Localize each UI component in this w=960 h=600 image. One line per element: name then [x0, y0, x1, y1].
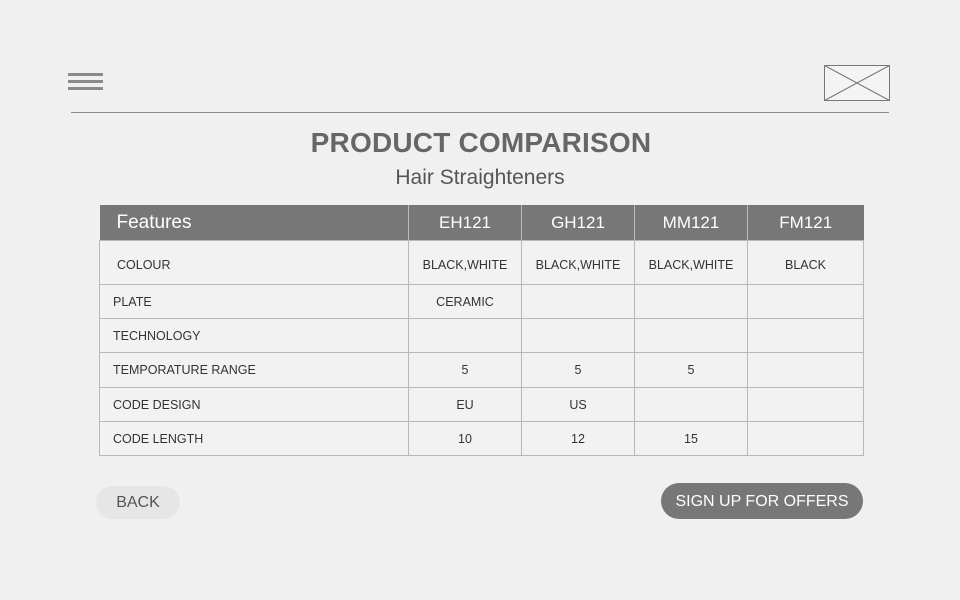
- table-cell: [521, 318, 635, 353]
- sign-up-for-offers-button[interactable]: SIGN UP FOR OFFERS: [661, 483, 863, 519]
- feature-label: COLOUR: [99, 240, 409, 285]
- feature-label: TECHNOLOGY: [99, 318, 409, 353]
- table-cell: US: [521, 387, 635, 422]
- feature-label: CODE LENGTH: [99, 421, 409, 456]
- table-row: COLOUR BLACK,WHITE BLACK,WHITE BLACK,WHI…: [99, 240, 864, 285]
- table-cell: 5: [634, 352, 748, 388]
- column-header-gh121: GH121: [521, 205, 635, 241]
- table-cell: [747, 284, 864, 319]
- table-cell: [634, 318, 748, 353]
- table-cell: [747, 387, 864, 422]
- table-cell: 10: [408, 421, 522, 456]
- table-cell: 5: [521, 352, 635, 388]
- comparison-table: Features EH121 GH121 MM121 FM121 COLOUR …: [99, 205, 864, 456]
- table-row: TECHNOLOGY: [99, 318, 864, 353]
- table-cell: [747, 421, 864, 456]
- hamburger-menu-icon[interactable]: [68, 73, 103, 93]
- table-cell: [634, 387, 748, 422]
- page-title: PRODUCT COMPARISON: [310, 127, 652, 158]
- column-header-fm121: FM121: [747, 205, 864, 241]
- table-cell: [408, 318, 522, 353]
- header-divider: [71, 112, 889, 113]
- column-header-mm121: MM121: [634, 205, 748, 241]
- table-cell: [747, 318, 864, 353]
- table-cell: BLACK: [747, 240, 864, 285]
- image-placeholder-icon: [824, 65, 890, 101]
- table-row: CODE DESIGN EU US: [99, 387, 864, 422]
- table-cell: [634, 284, 748, 319]
- table-cell: BLACK,WHITE: [634, 240, 748, 285]
- back-button[interactable]: BACK: [96, 486, 180, 519]
- feature-label: CODE DESIGN: [99, 387, 409, 422]
- table-cell: EU: [408, 387, 522, 422]
- feature-label: TEMPORATURE RANGE: [99, 352, 409, 388]
- table-header-row: Features EH121 GH121 MM121 FM121: [99, 205, 864, 241]
- menu-icon-bar: [68, 80, 103, 83]
- table-cell: BLACK,WHITE: [521, 240, 635, 285]
- table-cell: CERAMIC: [408, 284, 522, 319]
- menu-icon-bar: [68, 73, 103, 76]
- table-cell: 12: [521, 421, 635, 456]
- table-cell: 15: [634, 421, 748, 456]
- table-row: PLATE CERAMIC: [99, 284, 864, 319]
- table-cell: [521, 284, 635, 319]
- feature-label: PLATE: [99, 284, 409, 319]
- page-subtitle: Hair Straighteners: [395, 166, 565, 189]
- table-row: TEMPORATURE RANGE 5 5 5: [99, 352, 864, 388]
- table-cell: [747, 352, 864, 388]
- table-row: CODE LENGTH 10 12 15: [99, 421, 864, 456]
- table-cell: 5: [408, 352, 522, 388]
- menu-icon-bar: [68, 87, 103, 90]
- column-header-features: Features: [99, 205, 409, 241]
- column-header-eh121: EH121: [408, 205, 522, 241]
- table-cell: BLACK,WHITE: [408, 240, 522, 285]
- product-comparison-page: PRODUCT COMPARISON Hair Straighteners Fe…: [0, 0, 960, 600]
